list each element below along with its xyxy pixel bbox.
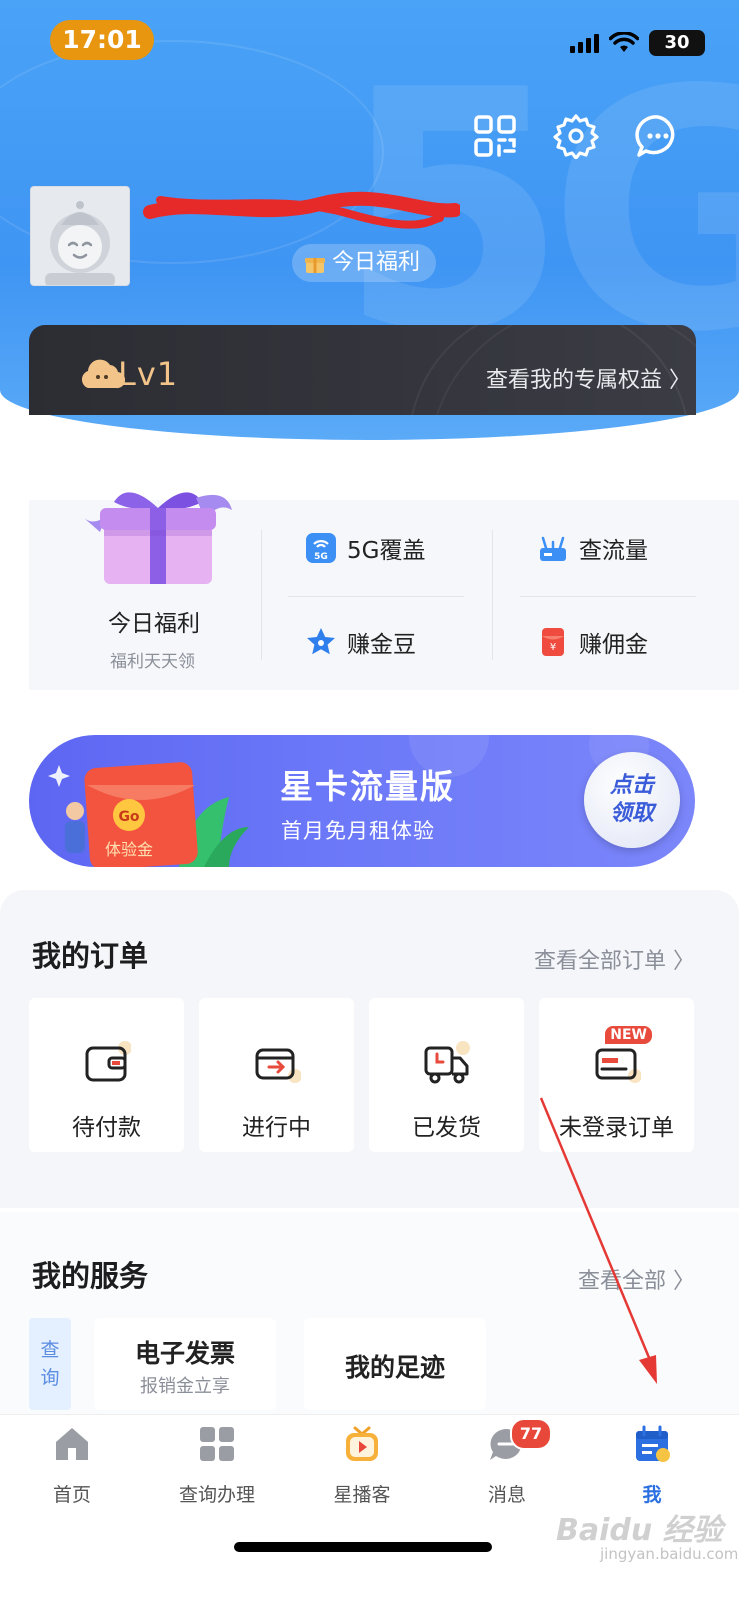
home-icon: [56, 1428, 88, 1460]
feature-divider: [261, 530, 262, 660]
gift-icon: [305, 258, 325, 273]
signal-icon: [570, 33, 599, 53]
feature-earn-beans[interactable]: 赚金豆: [305, 625, 416, 659]
feature-divider: [492, 530, 493, 660]
avatar-placeholder-icon: [45, 201, 115, 285]
banner-title: 星卡流量版: [280, 767, 455, 806]
red-envelope-icon: ¥: [542, 628, 564, 656]
router-icon: [540, 536, 566, 561]
tab-label: 查询办理: [178, 1484, 255, 1506]
exclusive-benefits-link[interactable]: 查看我的专属权益 〉: [486, 362, 691, 394]
tv-play-icon: [346, 1426, 378, 1461]
tab-query[interactable]: 查询办理: [157, 1424, 277, 1507]
envelope-go-text: Go: [118, 809, 139, 825]
grid-icon: [200, 1427, 234, 1461]
service-title: 电子发票: [134, 1339, 235, 1368]
status-icons: 30: [570, 30, 705, 56]
query-tag-line2: 询: [40, 1367, 60, 1389]
new-badge: NEW: [605, 1026, 652, 1044]
order-label: 未登录订单: [559, 1115, 674, 1141]
order-shipped[interactable]: 已发货: [369, 998, 524, 1152]
messages-unread-badge: 77: [510, 1418, 552, 1450]
feature-label: 赚金豆: [347, 632, 416, 658]
service-title: 我的足迹: [344, 1353, 445, 1382]
claim-button[interactable]: 点击 领取: [584, 752, 680, 848]
tab-star-podcast[interactable]: 星播客: [302, 1424, 422, 1507]
tab-me[interactable]: 我: [592, 1424, 712, 1507]
services-title: 我的服务: [32, 1259, 149, 1293]
qr-code-icon[interactable]: [472, 113, 518, 159]
redacted-username: [143, 191, 460, 229]
gift-box-icon[interactable]: [78, 478, 238, 588]
order-unregistered[interactable]: NEW 未登录订单: [539, 998, 694, 1152]
order-label: 已发货: [412, 1115, 481, 1141]
tab-label: 星播客: [333, 1484, 391, 1506]
orders-title: 我的订单: [32, 939, 149, 973]
order-label: 进行中: [242, 1115, 311, 1141]
feature-earn-commission[interactable]: ¥ 赚佣金: [537, 625, 648, 659]
banner-subtitle: 首月免月租体验: [281, 819, 435, 843]
query-tag-line1: 查: [40, 1339, 60, 1361]
calendar-user-icon: [636, 1425, 670, 1462]
truck-icon: [424, 1041, 470, 1084]
claim-button-line2: 领取: [609, 801, 654, 826]
wallet-icon: [85, 1041, 131, 1082]
avatar[interactable]: [30, 186, 130, 286]
daily-welfare-label: 今日福利: [332, 250, 421, 275]
order-label: 待付款: [72, 1115, 141, 1141]
5g-icon: 5G: [306, 533, 336, 563]
svg-text:¥: ¥: [550, 642, 556, 653]
wifi-icon: [609, 32, 639, 52]
watermark-url: jingyan.baidu.com: [600, 1545, 739, 1563]
tab-label: 首页: [52, 1484, 91, 1506]
daily-welfare-subtitle: 福利天天领: [110, 652, 195, 672]
tab-home[interactable]: 首页: [12, 1424, 132, 1507]
feature-label: 赚佣金: [579, 632, 648, 658]
box-arrow-icon: [255, 1048, 301, 1083]
query-category-tag[interactable]: 查 询: [29, 1318, 71, 1410]
service-e-invoice[interactable]: 电子发票 报销金立享: [94, 1318, 276, 1410]
order-in-progress[interactable]: 进行中: [199, 998, 354, 1152]
view-all-services-link[interactable]: 查看全部 〉: [578, 1263, 695, 1295]
feature-label: 5G覆盖: [347, 538, 426, 564]
service-my-footprint[interactable]: 我的足迹: [304, 1318, 486, 1410]
level-label: Lv1: [118, 355, 179, 393]
status-time: 17:01: [50, 20, 154, 60]
feature-divider: [520, 596, 696, 597]
view-all-orders-link[interactable]: 查看全部订单 〉: [534, 943, 695, 975]
gear-icon[interactable]: [553, 113, 599, 159]
home-indicator: [234, 1542, 492, 1552]
tab-label: 消息: [487, 1484, 526, 1506]
feature-label: 查流量: [579, 538, 648, 564]
card-icon: [595, 1048, 641, 1083]
battery-icon: 30: [649, 30, 705, 56]
daily-welfare-title[interactable]: 今日福利: [108, 604, 200, 638]
feature-5g-coverage[interactable]: 5G 5G覆盖: [305, 531, 425, 565]
envelope-label: 体验金: [105, 840, 153, 859]
claim-button-line1: 点击: [609, 773, 654, 798]
chat-icon[interactable]: [635, 113, 681, 159]
daily-welfare-pill[interactable]: 今日福利: [292, 244, 436, 282]
watermark-brand: Baidu 经验: [556, 1513, 723, 1548]
tab-label: 我: [642, 1484, 662, 1506]
feature-divider: [288, 596, 464, 597]
service-subtitle: 报销金立享: [140, 1376, 230, 1397]
feature-check-data[interactable]: 查流量: [537, 531, 648, 565]
star-icon: [307, 628, 335, 655]
svg-text:5G: 5G: [314, 552, 328, 562]
order-pending-payment[interactable]: 待付款: [29, 998, 184, 1152]
